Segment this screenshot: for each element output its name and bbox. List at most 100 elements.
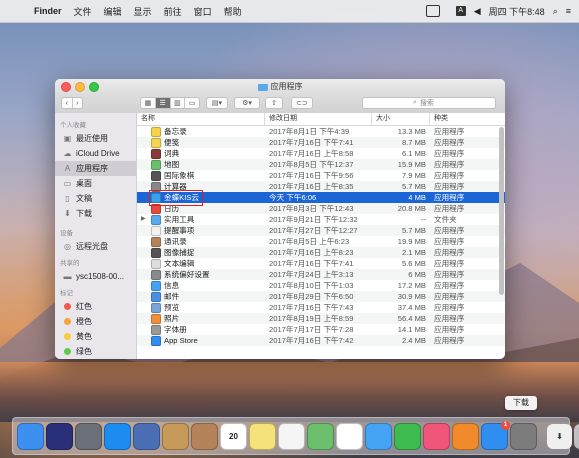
column-size[interactable]: 大小 (372, 113, 430, 125)
close-button[interactable] (61, 82, 71, 92)
airplay-icon[interactable] (425, 5, 440, 17)
menu-go[interactable]: 前往 (158, 5, 188, 18)
sidebar-item-remote-disc[interactable]: ◎ 远程光盘 (55, 239, 136, 254)
books-icon[interactable] (452, 422, 479, 450)
file-name: 计算器 (164, 182, 187, 191)
music-icon[interactable] (423, 422, 450, 450)
sidebar-item-icloud[interactable]: ☁ iCloud Drive (55, 146, 136, 161)
photos-icon[interactable] (336, 422, 363, 450)
column-date[interactable]: 修改日期 (265, 113, 372, 125)
zoom-button[interactable] (89, 82, 99, 92)
disclosure-triangle-icon[interactable]: ▶ (141, 214, 146, 225)
menu-file[interactable]: 文件 (68, 5, 98, 18)
table-row[interactable]: 通讯录 2017年8月5日 上午6:23 19.9 MB 应用程序 (137, 236, 505, 247)
forward-button[interactable]: › (73, 98, 83, 108)
minimize-button[interactable] (75, 82, 85, 92)
sidebar-tag-red[interactable]: 红色 (55, 299, 136, 314)
icon-view-button[interactable]: ▦ (141, 98, 156, 108)
group-button[interactable]: ▤▾ (206, 97, 228, 109)
sidebar-item-label: 下载 (76, 209, 92, 218)
table-row[interactable]: 词典 2017年7月16日 上午8:58 6.1 MB 应用程序 (137, 148, 505, 159)
maps-icon[interactable] (307, 422, 334, 450)
table-row[interactable]: 图像捕捉 2017年7月16日 上午8:23 2.1 MB 应用程序 (137, 247, 505, 258)
table-row[interactable]: 提醒事项 2017年7月27日 下午12:27 5.7 MB 应用程序 (137, 225, 505, 236)
sidebar-item-documents[interactable]: ▯ 文稿 (55, 191, 136, 206)
menu-view[interactable]: 显示 (128, 5, 158, 18)
file-kind: 文件夹 (434, 215, 457, 224)
toolbar: ‹ › ▦ ☰ ▥ ▭ ▤▾ ⚙▾ ⇧ ⊂⊃ ⌕ 搜索 (55, 93, 505, 114)
system-prefs-icon[interactable] (510, 422, 537, 450)
file-name: 便笺 (164, 138, 180, 147)
menu-app-name[interactable]: Finder (28, 6, 68, 16)
notification-center-icon[interactable]: ≡ (566, 6, 571, 16)
calendar-icon[interactable]: 20 (220, 422, 247, 450)
app-icon (151, 269, 161, 280)
table-row[interactable]: App Store 2017年7月16日 下午7:42 2.4 MB 应用程序 (137, 335, 505, 346)
sidebar-item-applications[interactable]: A 应用程序 (55, 161, 136, 176)
launchpad-icon[interactable] (75, 422, 102, 450)
safari-icon[interactable] (104, 422, 131, 450)
column-name[interactable]: 名称 (137, 113, 265, 125)
downloads-stack-icon[interactable]: ⬇ (547, 423, 572, 449)
spotlight-icon[interactable]: ⌕ (553, 6, 558, 17)
window-titlebar[interactable]: 应用程序 (55, 79, 505, 93)
menubar-clock[interactable]: 周四 下午8:48 (489, 5, 545, 18)
wallpaper-lake (0, 362, 579, 422)
file-name-cell: 通讯录 (137, 236, 265, 247)
facetime-icon[interactable] (394, 422, 421, 450)
file-name: 词典 (164, 149, 180, 158)
sidebar-item-recents[interactable]: ▣ 最近使用 (55, 131, 136, 146)
table-row[interactable]: ▶ 实用工具 2017年9月21日 下午12:32 -- 文件夹 (137, 214, 505, 225)
gallery-view-button[interactable]: ▭ (185, 98, 199, 108)
sidebar-tag-yellow[interactable]: 黄色 (55, 329, 136, 344)
sidebar-item-desktop[interactable]: ▭ 桌面 (55, 176, 136, 191)
file-name: 照片 (164, 314, 180, 323)
column-view-button[interactable]: ▥ (171, 98, 186, 108)
appstore-icon[interactable]: 1 (481, 420, 510, 450)
table-row[interactable]: 预览 2017年7月16日 下午7:43 37.4 MB 应用程序 (137, 302, 505, 313)
siri-icon[interactable] (46, 422, 73, 450)
sidebar-tag-green[interactable]: 绿色 (55, 344, 136, 359)
file-size: 30.9 MB (397, 292, 426, 301)
table-row[interactable]: 邮件 2017年8月29日 下午6:50 30.9 MB 应用程序 (137, 291, 505, 302)
back-button[interactable]: ‹ (62, 98, 73, 108)
column-kind[interactable]: 种类 (430, 113, 503, 125)
sidebar-item-shared-computer[interactable]: ▬ ysc1508-00... (55, 269, 136, 284)
table-row[interactable]: 金蝶KIS云 今天 下午6:06 4 MB 应用程序 (137, 192, 505, 203)
sidebar-item-downloads[interactable]: ⬇ 下载 (55, 206, 136, 221)
finder-icon[interactable] (17, 422, 44, 450)
table-row[interactable]: 字体册 2017年7月17日 下午7:28 14.1 MB 应用程序 (137, 324, 505, 335)
file-date: 2017年7月24日 上午3:13 (269, 270, 354, 279)
notes-icon[interactable] (249, 422, 276, 450)
table-row[interactable]: 日历 2017年8月3日 下午12:43 20.8 MB 应用程序 (137, 203, 505, 214)
search-field[interactable]: ⌕ 搜索 (362, 97, 496, 109)
table-row[interactable]: 地图 2017年8月5日 下午12:37 15.9 MB 应用程序 (137, 159, 505, 170)
table-row[interactable]: 系统偏好设置 2017年7月24日 上午3:13 6 MB 应用程序 (137, 269, 505, 280)
table-row[interactable]: 国际象棋 2017年7月16日 下午9:56 7.9 MB 应用程序 (137, 170, 505, 181)
reminders-icon[interactable] (278, 422, 305, 450)
table-row[interactable]: 计算器 2017年7月16日 上午8:35 5.7 MB 应用程序 (137, 181, 505, 192)
sidebar-tag-orange[interactable]: 橙色 (55, 314, 136, 329)
table-row[interactable]: 信息 2017年8月10日 下午1:03 17.2 MB 应用程序 (137, 280, 505, 291)
menu-window[interactable]: 窗口 (188, 5, 218, 18)
file-date: 2017年7月16日 下午7:41 (269, 138, 354, 147)
photo-browser-icon[interactable] (133, 422, 160, 450)
vertical-scrollbar[interactable] (499, 127, 504, 295)
table-row[interactable]: 便笺 2017年7月16日 下午7:41 8.7 MB 应用程序 (137, 137, 505, 148)
menu-edit[interactable]: 编辑 (98, 5, 128, 18)
file-date: 2017年8月5日 下午12:37 (269, 160, 354, 169)
share-button[interactable]: ⇧ (265, 97, 283, 109)
volume-icon[interactable]: ◀ (474, 6, 481, 17)
notes-folder-icon[interactable] (162, 422, 189, 450)
menu-help[interactable]: 帮助 (218, 5, 248, 18)
messages-icon[interactable] (365, 422, 392, 450)
input-source-icon[interactable]: A (455, 6, 466, 16)
contacts-icon[interactable] (191, 422, 218, 450)
table-row[interactable]: 照片 2017年8月19日 上午8:59 56.4 MB 应用程序 (137, 313, 505, 324)
table-row[interactable]: 备忘录 2017年8月1日 下午4:39 13.3 MB 应用程序 (137, 126, 505, 137)
action-button[interactable]: ⚙▾ (234, 97, 260, 109)
tags-button[interactable]: ⊂⊃ (291, 97, 313, 109)
trash-icon[interactable]: 🗑 (574, 423, 579, 449)
list-view-button[interactable]: ☰ (155, 98, 171, 108)
table-row[interactable]: 文本编辑 2017年7月16日 下午7:41 5.6 MB 应用程序 (137, 258, 505, 269)
